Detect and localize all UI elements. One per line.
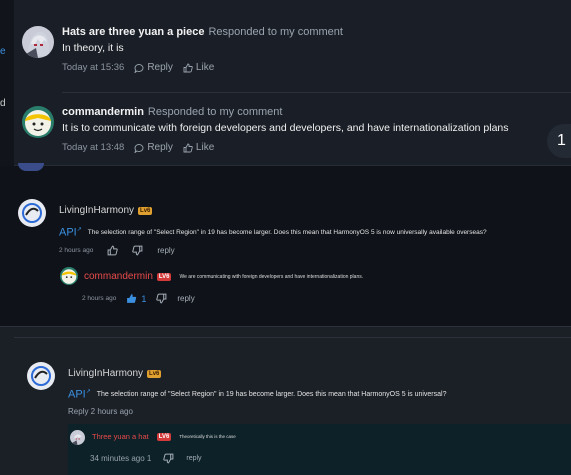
timestamp: 34 minutes ago 1 bbox=[90, 454, 152, 463]
comment-author: LivingInHarmony Lv6 bbox=[68, 368, 162, 379]
notification-meta: Today at 15:36 Reply Like bbox=[62, 62, 214, 73]
thumbs-up-icon bbox=[183, 143, 193, 152]
reply-text: Theoretically this is the case bbox=[179, 434, 236, 439]
reply-button[interactable]: Reply bbox=[134, 142, 173, 153]
edge-letter-2: d bbox=[0, 98, 6, 109]
divider bbox=[62, 92, 571, 93]
like-label: Like bbox=[195, 142, 215, 153]
timestamp: Today at 15:36 bbox=[62, 62, 125, 73]
api-label: API bbox=[68, 388, 86, 401]
username[interactable]: LivingInHarmony bbox=[68, 368, 143, 379]
avatar[interactable] bbox=[22, 26, 54, 58]
comment-body: API↗ The selection range of "Select Regi… bbox=[68, 388, 446, 401]
like-filled-icon bbox=[127, 294, 137, 303]
reply-author: Three yuan a hat LV6 Theoretically this … bbox=[92, 432, 236, 441]
reply-button[interactable]: reply bbox=[157, 246, 174, 255]
dislike-icon[interactable] bbox=[132, 245, 143, 256]
notification-text: It is to communicate with foreign develo… bbox=[62, 122, 509, 134]
reply-label: Reply bbox=[147, 142, 173, 153]
reply-author: commandermin LV6 We are communicating wi… bbox=[84, 271, 363, 282]
logo-avatar-icon bbox=[18, 199, 46, 227]
username[interactable]: commandermin bbox=[62, 106, 144, 118]
comment-text: The selection range of "Select Region" i… bbox=[96, 390, 447, 398]
like-button[interactable]: Like bbox=[183, 62, 214, 73]
notification-item[interactable]: Hats are three yuan a piece Responded to … bbox=[22, 26, 562, 78]
notification-meta: Today at 13:48 Reply Like bbox=[62, 142, 214, 153]
api-label: API bbox=[59, 226, 77, 239]
comment-icon bbox=[134, 143, 144, 153]
dislike-icon[interactable] bbox=[163, 453, 174, 464]
thumbs-up-icon bbox=[183, 63, 193, 72]
reply-button[interactable]: reply bbox=[177, 294, 194, 303]
level-badge: LV6 bbox=[156, 432, 172, 441]
level-badge: Lv6 bbox=[147, 369, 162, 378]
reply-label: Reply bbox=[147, 62, 173, 73]
edge-letter-1: e bbox=[0, 46, 6, 57]
logo-avatar-icon bbox=[27, 362, 55, 390]
cartoon-avatar-icon bbox=[22, 106, 54, 138]
comment-text: The selection range of "Select Region" i… bbox=[87, 228, 487, 236]
notification-text: In theory, it is bbox=[62, 42, 124, 54]
divider bbox=[14, 337, 571, 338]
username[interactable]: commandermin bbox=[84, 271, 153, 282]
timestamp: 2 hours ago bbox=[59, 247, 94, 254]
reply-button[interactable]: Reply bbox=[134, 62, 173, 73]
anime-avatar-icon bbox=[70, 430, 85, 445]
username[interactable]: Hats are three yuan a piece bbox=[62, 26, 204, 38]
comment-author: LivingInHarmony Lv6 bbox=[59, 205, 153, 216]
like-count: 1 bbox=[141, 293, 147, 304]
level-badge: Lv6 bbox=[138, 206, 153, 215]
reply-meta: 34 minutes ago 1 reply bbox=[90, 453, 202, 464]
like-icon[interactable] bbox=[107, 245, 119, 256]
partial-avatar bbox=[18, 163, 44, 171]
external-link-icon: ↗ bbox=[76, 227, 82, 233]
reply-button[interactable]: reply bbox=[186, 455, 201, 462]
timestamp: Today at 13:48 bbox=[62, 142, 125, 153]
comment-icon bbox=[134, 63, 144, 73]
username[interactable]: Three yuan a hat bbox=[92, 432, 149, 441]
action-text: Responded to my comment bbox=[147, 106, 283, 118]
notification-header: Hats are three yuan a piece Responded to … bbox=[62, 26, 343, 38]
anime-avatar-icon bbox=[22, 26, 54, 58]
notification-header: commandermin Responded to my comment bbox=[62, 106, 282, 118]
timestamp: 2 hours ago bbox=[82, 295, 117, 302]
comment-meta[interactable]: Reply 2 hours ago bbox=[68, 407, 133, 416]
notification-item[interactable]: commandermin Responded to my comment It i… bbox=[22, 106, 562, 158]
like-label: Like bbox=[195, 62, 215, 73]
action-text: Responded to my comment bbox=[208, 26, 343, 38]
level-badge: LV6 bbox=[156, 272, 172, 281]
comment-body: API↗ The selection range of "Select Regi… bbox=[59, 226, 487, 239]
username[interactable]: LivingInHarmony bbox=[59, 205, 134, 216]
comment-meta: 2 hours ago reply bbox=[59, 245, 175, 256]
avatar[interactable] bbox=[18, 199, 46, 227]
avatar[interactable] bbox=[60, 267, 78, 285]
avatar[interactable] bbox=[22, 106, 54, 138]
like-button[interactable]: Like bbox=[183, 142, 214, 153]
like-button[interactable]: 1 bbox=[126, 293, 146, 304]
avatar[interactable] bbox=[27, 362, 55, 390]
external-link-icon: ↗ bbox=[85, 389, 91, 395]
dislike-icon[interactable] bbox=[156, 293, 167, 304]
reply-meta: 2 hours ago 1 reply bbox=[82, 293, 195, 304]
left-edge-strip: e d bbox=[0, 0, 14, 166]
avatar[interactable] bbox=[70, 430, 85, 445]
api-tag[interactable]: API↗ bbox=[59, 226, 82, 239]
cartoon-avatar-icon bbox=[60, 267, 78, 285]
reply-text: We are communicating with foreign develo… bbox=[179, 273, 364, 280]
api-tag[interactable]: API↗ bbox=[68, 388, 91, 401]
